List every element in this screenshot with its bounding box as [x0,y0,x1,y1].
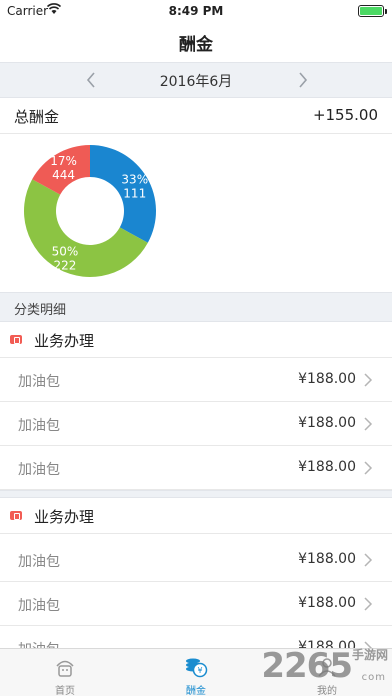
chevron-right-icon [364,373,373,387]
list-item[interactable]: 加油包 ¥188.00 [0,402,392,446]
item-name: 加油包 [18,418,60,434]
item-amount: ¥188.00 [298,595,356,611]
item-amount: ¥188.00 [298,459,356,475]
commission-chart: 33% 111 50% 222 17% 444 [0,134,392,292]
group-title: 业务办理 [34,508,95,526]
tab-commission[interactable]: ¥ 酬金 [131,649,261,696]
tab-home[interactable]: 首页 [0,649,130,696]
home-icon [56,660,74,677]
slice-value-label: 444 [52,168,75,182]
page-title: 酬金 [179,35,213,55]
item-name: 加油包 [18,554,60,570]
item-name: 加油包 [18,374,60,390]
item-amount: ¥188.00 [298,415,356,431]
slice-value-label: 111 [123,187,146,201]
watermark-suffix: com [361,672,386,683]
list-item[interactable]: 加油包 ¥188.00 [0,538,392,582]
category-detail-label: 分类明细 [14,303,67,318]
next-month-button[interactable] [292,70,312,90]
slice-percent-label: 17% [50,154,77,168]
list-item[interactable]: 加油包 ¥188.00 [0,582,392,626]
coins-icon: ¥ [186,658,208,678]
total-commission-value: +155.00 [312,106,378,124]
donut-chart: 33%111 50%222 17%444 [23,145,156,277]
group-separator [0,490,392,498]
slice-percent-label: 33% [121,173,148,187]
ticket-icon [10,511,22,520]
site-watermark: 2265手游网 com [261,646,388,686]
item-amount: ¥188.00 [298,371,356,387]
slice-percent-label: 50% [52,245,79,259]
navigation-bar: 酬金 [0,22,392,62]
chevron-right-icon [364,553,373,567]
chevron-right-icon [364,461,373,475]
battery-icon [358,5,387,17]
item-amount: ¥188.00 [298,551,356,567]
total-commission-label: 总酬金 [14,108,60,126]
item-name: 加油包 [18,462,60,478]
group-header: 业务办理 [0,498,392,534]
total-commission-row: 总酬金 +155.00 [0,98,392,134]
tab-home-label: 首页 [55,686,75,696]
month-selector: 2016年6月 [0,62,392,98]
status-bar: Carrier 8:49 PM [0,0,392,22]
group-title: 业务办理 [34,332,95,350]
watermark-site: 手游网 [351,648,388,662]
group-header: 业务办理 [0,322,392,358]
slice-value-label: 222 [53,259,76,273]
list-item[interactable]: 加油包 ¥188.00 [0,358,392,402]
chevron-right-icon [364,417,373,431]
chevron-right-icon [364,597,373,611]
svg-text:¥: ¥ [197,666,202,675]
tab-commission-label: 酬金 [186,686,206,696]
ticket-icon [10,335,22,344]
clock: 8:49 PM [168,4,224,18]
list-item[interactable]: 加油包 ¥188.00 [0,446,392,490]
item-name: 加油包 [18,598,60,614]
category-detail-header: 分类明细 [0,292,392,322]
watermark-number: 2265 [261,646,353,686]
current-month: 2016年6月 [159,74,233,90]
